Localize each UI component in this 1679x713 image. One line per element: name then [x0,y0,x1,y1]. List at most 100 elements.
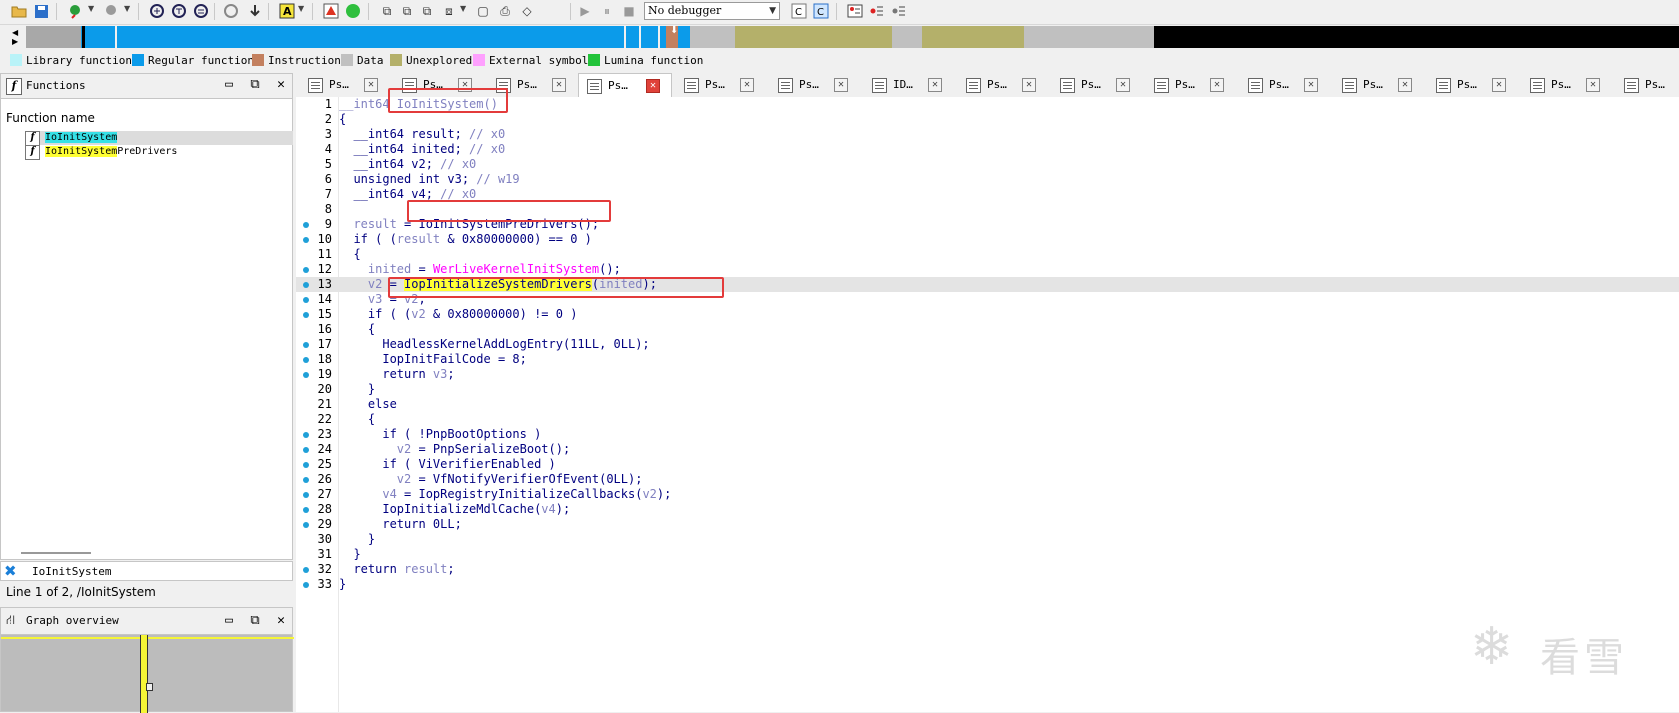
open-icon[interactable] [10,2,28,20]
code-text[interactable]: if ( (result & 0x80000000) == 0 ) [339,232,591,247]
tab-pseudocode-active[interactable]: Ps… ✕ [578,73,672,98]
code-text[interactable]: __int64 result; // x0 [339,127,505,142]
graph-icon[interactable] [148,2,166,20]
code-text[interactable]: v2 = VfNotifyVerifierOfEvent(0LL); [339,472,643,487]
string-icon[interactable]: A [278,2,296,20]
code-text[interactable]: return v3; [339,367,454,382]
code-text[interactable]: HeadlessKernelAddLogEntry(11LL, 0LL); [339,337,649,352]
breakpoint-list-icon[interactable] [846,2,864,20]
close-icon[interactable]: ✕ [1398,78,1412,92]
jump-forward-icon[interactable] [102,2,120,20]
tab-pseudocode[interactable]: Ps… ✕ [1428,73,1516,97]
nav-left-icon[interactable]: ◀ [12,29,18,37]
breakpoint-dot-icon[interactable] [303,567,309,573]
diamond-icon[interactable]: ◇ [518,2,536,20]
dependency-dropdown-icon[interactable]: ▼ [460,4,466,13]
run-icon[interactable] [344,2,362,20]
copy-icon[interactable]: ⧉ [378,2,396,20]
code-line[interactable]: 17 HeadlessKernelAddLogEntry(11LL, 0LL); [296,337,1679,352]
breakpoint-dot-icon[interactable] [303,267,309,273]
breakpoint-dot-icon[interactable] [303,522,309,528]
code-line[interactable]: 10 if ( (result & 0x80000000) == 0 ) [296,232,1679,247]
close-icon[interactable]: ✕ [1022,78,1036,92]
code-line[interactable]: 18 IopInitFailCode = 8; [296,352,1679,367]
code-line[interactable]: 25 if ( ViVerifierEnabled ) [296,457,1679,472]
breakpoint-dot-icon[interactable] [303,237,309,243]
close-icon[interactable]: ✕ [928,78,942,92]
code-line[interactable]: 11 { [296,247,1679,262]
close-icon[interactable]: ✕ [1304,78,1318,92]
code-line[interactable]: 21 else [296,397,1679,412]
code-text[interactable]: if ( !PnpBootOptions ) [339,427,541,442]
close-icon[interactable]: ✕ [552,78,566,92]
hex-view-icon[interactable] [192,2,210,20]
code-line[interactable]: 22 { [296,412,1679,427]
code-text[interactable]: } [339,547,360,562]
tab-pseudocode[interactable]: Ps… ✕ [1052,73,1140,97]
tab-pseudocode[interactable]: Ps… [1616,73,1679,97]
code-text[interactable]: v2 = PnpSerializeBoot(); [339,442,570,457]
breakpoint-dot-icon[interactable] [303,297,309,303]
decompile-icon[interactable]: C [812,2,830,20]
debugger-select[interactable]: No debugger ▼ [644,2,780,20]
save-icon[interactable] [32,2,50,20]
code-line[interactable]: 20 } [296,382,1679,397]
breakpoint-dot-icon[interactable] [303,492,309,498]
code-line[interactable]: 26 v2 = VfNotifyVerifierOfEvent(0LL); [296,472,1679,487]
close-icon[interactable]: ✕ [834,78,848,92]
close-icon[interactable]: ✕ [646,79,660,93]
close-icon[interactable]: ✕ [1210,78,1224,92]
code-line[interactable]: 2{ [296,112,1679,127]
minimize-icon[interactable]: ▭ [221,77,237,93]
code-text[interactable]: { [339,247,360,262]
close-icon[interactable]: ✕ [273,613,289,629]
function-name-column-header[interactable]: Function name [6,111,95,125]
code-line[interactable]: 27 v4 = IopRegistryInitializeCallbacks(v… [296,487,1679,502]
breakpoint-dot-icon[interactable] [303,372,309,378]
dependency-icon[interactable]: ⧈ [440,2,458,20]
code-line[interactable]: 29 return 0LL; [296,517,1679,532]
horizontal-scrollbar[interactable] [21,552,91,554]
breakpoint-dot-icon[interactable] [303,477,309,483]
breakpoint-dot-icon[interactable] [303,447,309,453]
code-text[interactable]: v4 = IopRegistryInitializeCallbacks(v2); [339,487,671,502]
code-line[interactable]: 12 inited = WerLiveKernelInitSystem(); [296,262,1679,277]
close-icon[interactable]: ✕ [1492,78,1506,92]
code-text[interactable]: } [339,577,346,592]
text-view-icon[interactable] [170,2,188,20]
jump-back-dropdown-icon[interactable]: ▼ [88,4,94,13]
close-icon[interactable]: ✕ [364,78,378,92]
breakpoint-dot-icon[interactable] [303,432,309,438]
nav-arrows[interactable]: ◀ ▶ [6,26,22,48]
filter-input[interactable]: IoInitSystem [32,565,111,578]
breakpoint-dot-icon[interactable] [303,507,309,513]
tab-ida-view[interactable]: ID… ✕ [864,73,952,97]
ida-c-icon[interactable]: C [790,2,808,20]
breakpoint-dot-icon[interactable] [303,342,309,348]
clipboard-icon[interactable]: ⧉ [418,2,436,20]
refresh-icon[interactable] [222,2,240,20]
breakpoint-dot-icon[interactable] [303,222,309,228]
code-line[interactable]: 19 return v3; [296,367,1679,382]
function-row[interactable]: f IoInitSystem [25,131,293,146]
breakpoint-dot-icon[interactable] [303,582,309,588]
code-text[interactable]: if ( ViVerifierEnabled ) [339,457,555,472]
code-text[interactable]: { [339,322,375,337]
square-icon[interactable]: ▢ [474,2,492,20]
breakpoint-dot-icon[interactable] [303,357,309,363]
code-text[interactable]: __int64 inited; // x0 [339,142,505,157]
tab-pseudocode[interactable]: Ps… ✕ [676,73,764,97]
code-text[interactable]: unsigned int v3; // w19 [339,172,519,187]
breakpoint-dot-icon[interactable] [303,312,309,318]
breakpoint-dot-icon[interactable] [303,462,309,468]
code-line[interactable]: 33} [296,577,1679,592]
tab-pseudocode[interactable]: Ps… ✕ [958,73,1046,97]
code-text[interactable]: } [339,532,375,547]
code-text[interactable]: else [339,397,397,412]
code-text[interactable]: if ( (v2 & 0x80000000) != 0 ) [339,307,578,322]
code-line[interactable]: 30 } [296,532,1679,547]
code-line[interactable]: 28 IopInitializeMdlCache(v4); [296,502,1679,517]
tab-pseudocode[interactable]: Ps… ✕ [1240,73,1328,97]
go-to-icon[interactable] [246,2,264,20]
camera-icon[interactable]: ⎙ [496,2,514,20]
